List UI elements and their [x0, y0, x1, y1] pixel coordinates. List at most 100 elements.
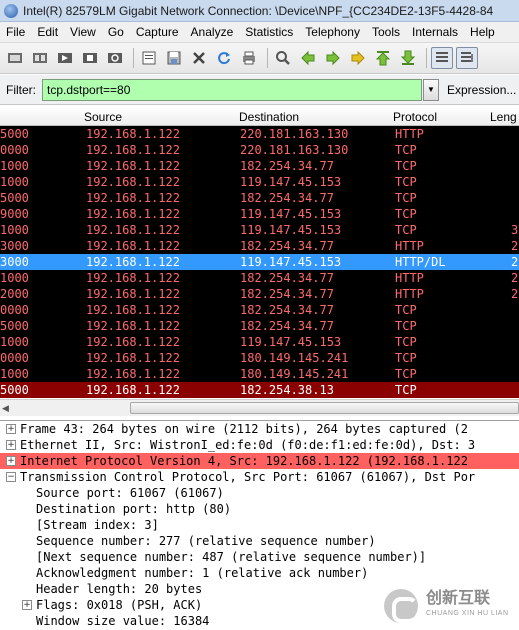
- packet-cell-destination: 182.254.34.77: [240, 319, 334, 333]
- menu-telephony[interactable]: Telephony: [299, 25, 366, 39]
- packet-row[interactable]: 9000 192.168.1.122 119.147.45.153 TCP: [0, 206, 519, 222]
- packet-row[interactable]: 2000 192.168.1.122 182.254.34.77 HTTP 2: [0, 286, 519, 302]
- menu-file[interactable]: File: [0, 25, 31, 39]
- packet-cell-destination: 182.254.34.77: [240, 271, 334, 285]
- packet-cell-time: 1000: [0, 367, 29, 381]
- packet-row[interactable]: 1000 192.168.1.122 119.147.45.153 TCP: [0, 334, 519, 350]
- expression-button[interactable]: Expression...: [447, 83, 516, 97]
- detail-tree-item[interactable]: Destination port: http (80): [0, 501, 519, 517]
- open-file-icon[interactable]: [138, 47, 160, 69]
- detail-tree-item[interactable]: [Stream index: 3]: [0, 517, 519, 533]
- detail-tree-item[interactable]: Acknowledgment number: 1 (relative ack n…: [0, 565, 519, 581]
- packet-row[interactable]: 0000 192.168.1.122 220.181.163.130 TCP: [0, 142, 519, 158]
- detail-tree-item[interactable]: Sequence number: 277 (relative sequence …: [0, 533, 519, 549]
- packet-cell-protocol: TCP: [395, 143, 417, 157]
- expand-icon[interactable]: +: [22, 600, 32, 610]
- interface-list-icon[interactable]: [4, 47, 26, 69]
- collapse-icon[interactable]: −: [6, 472, 16, 482]
- menu-edit[interactable]: Edit: [31, 25, 64, 39]
- scroll-left-icon[interactable]: ◀: [2, 403, 12, 413]
- packet-row[interactable]: 5000 192.168.1.122 182.254.38.13 TCP: [0, 382, 519, 398]
- expand-icon[interactable]: +: [6, 440, 16, 450]
- scrollbar-thumb[interactable]: [130, 402, 519, 414]
- packet-row[interactable]: 5000 192.168.1.122 182.254.34.77 TCP: [0, 190, 519, 206]
- packet-row[interactable]: 1000 192.168.1.122 180.149.145.241 TCP: [0, 366, 519, 382]
- go-back-icon[interactable]: [297, 47, 319, 69]
- detail-text: Source port: 61067 (61067): [36, 486, 224, 500]
- find-packet-icon[interactable]: [272, 47, 294, 69]
- packet-row[interactable]: 1000 192.168.1.122 119.147.45.153 TCP 3: [0, 222, 519, 238]
- packet-row[interactable]: 0000 192.168.1.122 180.149.145.241 TCP: [0, 350, 519, 366]
- menu-tools[interactable]: Tools: [366, 25, 406, 39]
- packet-cell-time: 3000: [0, 239, 29, 253]
- menu-go[interactable]: Go: [102, 25, 130, 39]
- packet-cell-destination: 182.254.34.77: [240, 303, 334, 317]
- print-icon[interactable]: [238, 47, 260, 69]
- detail-tree-item[interactable]: [Next sequence number: 487 (relative seq…: [0, 549, 519, 565]
- packet-cell-length: 3: [511, 223, 519, 237]
- detail-text: Sequence number: 277 (relative sequence …: [36, 534, 376, 548]
- packet-row[interactable]: 1000 192.168.1.122 182.254.34.77 TCP: [0, 158, 519, 174]
- capture-options-icon[interactable]: [29, 47, 51, 69]
- column-header-length[interactable]: Leng: [490, 110, 517, 124]
- column-header-destination[interactable]: Destination: [239, 110, 299, 124]
- reload-icon[interactable]: [213, 47, 235, 69]
- expand-icon[interactable]: +: [6, 424, 16, 434]
- stop-capture-icon[interactable]: [79, 47, 101, 69]
- packet-list-horizontal-scrollbar[interactable]: ◀: [0, 399, 519, 416]
- packet-cell-protocol: TCP: [395, 223, 417, 237]
- toolbar-separator: [267, 48, 268, 68]
- packet-row[interactable]: 0000 192.168.1.122 182.254.34.77 TCP: [0, 302, 519, 318]
- watermark-title: 创新互联: [426, 590, 491, 607]
- menu-analyze[interactable]: Analyze: [185, 25, 240, 39]
- packet-row[interactable]: 1000 192.168.1.122 182.254.34.77 HTTP 2: [0, 270, 519, 286]
- toolbar-separator: [426, 48, 427, 68]
- detail-tree-item[interactable]: + Ethernet II, Src: WistronI_ed:fe:0d (f0…: [0, 437, 519, 453]
- menu-statistics[interactable]: Statistics: [239, 25, 299, 39]
- start-capture-icon[interactable]: [54, 47, 76, 69]
- packet-row[interactable]: 3000 192.168.1.122 119.147.45.153 HTTP/DL 2: [0, 254, 519, 270]
- menu-internals[interactable]: Internals: [406, 25, 464, 39]
- column-header-source[interactable]: Source: [84, 110, 122, 124]
- close-file-icon[interactable]: [188, 47, 210, 69]
- menu-capture[interactable]: Capture: [130, 25, 185, 39]
- packet-list[interactable]: 5000 192.168.1.122 220.181.163.130 HTTP 0000…: [0, 126, 519, 398]
- detail-tree-item[interactable]: + Frame 43: 264 bytes on wire (2112 bits)…: [0, 421, 519, 437]
- watermark-subtitle: CHUANG XIN HU LIAN: [426, 610, 509, 617]
- packet-cell-protocol: TCP: [395, 159, 417, 173]
- packet-row[interactable]: 3000 192.168.1.122 182.254.34.77 HTTP 2: [0, 238, 519, 254]
- restart-capture-icon[interactable]: [104, 47, 126, 69]
- window-titlebar[interactable]: Intel(R) 82579LM Gigabit Network Connect…: [0, 0, 519, 22]
- packet-row[interactable]: 1000 192.168.1.122 119.147.45.153 TCP: [0, 174, 519, 190]
- packet-cell-source: 192.168.1.122: [86, 319, 180, 333]
- save-file-icon[interactable]: [163, 47, 185, 69]
- packet-cell-source: 192.168.1.122: [86, 335, 180, 349]
- expand-icon[interactable]: +: [6, 456, 16, 466]
- packet-cell-destination: 119.147.45.153: [240, 255, 342, 269]
- toolbar-separator: [133, 48, 134, 68]
- go-last-icon[interactable]: [397, 47, 419, 69]
- auto-scroll-icon[interactable]: [456, 47, 478, 69]
- packet-cell-protocol: TCP: [395, 175, 417, 189]
- go-to-packet-icon[interactable]: [347, 47, 369, 69]
- filter-dropdown-button[interactable]: ▼: [423, 78, 439, 101]
- packet-cell-length: 2: [511, 255, 519, 269]
- packet-row[interactable]: 5000 192.168.1.122 220.181.163.130 HTTP: [0, 126, 519, 142]
- column-header-protocol[interactable]: Protocol: [393, 110, 437, 124]
- detail-tree-item[interactable]: − Transmission Control Protocol, Src Port…: [0, 469, 519, 485]
- go-forward-icon[interactable]: [322, 47, 344, 69]
- detail-tree-item[interactable]: + Internet Protocol Version 4, Src: 192.1…: [0, 453, 519, 469]
- display-filter-input[interactable]: tcp.dstport==80: [42, 78, 422, 101]
- packet-cell-time: 1000: [0, 271, 29, 285]
- menu-view[interactable]: View: [64, 25, 102, 39]
- wireshark-app-icon: [4, 3, 18, 18]
- packet-cell-destination: 182.254.34.77: [240, 239, 334, 253]
- packet-row[interactable]: 5000 192.168.1.122 182.254.34.77 TCP: [0, 318, 519, 334]
- menu-help[interactable]: Help: [464, 25, 501, 39]
- detail-tree-item[interactable]: Source port: 61067 (61067): [0, 485, 519, 501]
- colorize-icon[interactable]: [431, 47, 453, 69]
- packet-cell-source: 192.168.1.122: [86, 239, 180, 253]
- chevron-down-icon: ▼: [427, 85, 435, 94]
- go-first-icon[interactable]: [372, 47, 394, 69]
- packet-cell-destination: 180.149.145.241: [240, 367, 349, 381]
